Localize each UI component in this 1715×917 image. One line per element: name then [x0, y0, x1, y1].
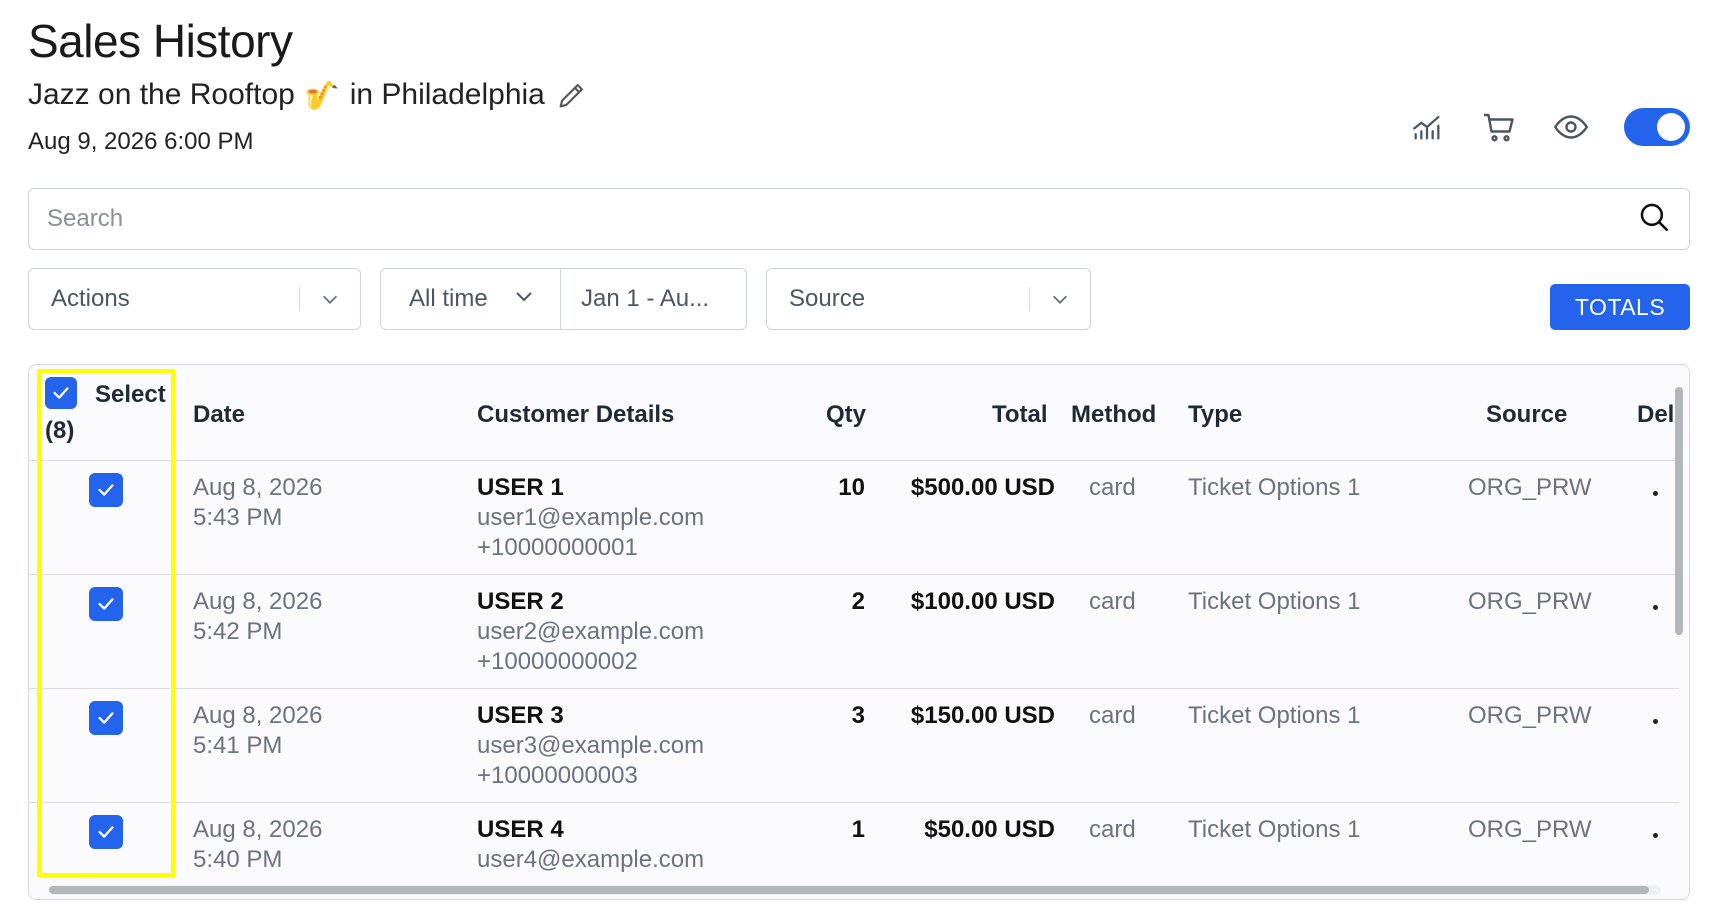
filter-bar: Actions All time Jan 1 - Au... Source: [28, 268, 1091, 330]
event-name: Jazz on the Rooftop: [28, 78, 295, 111]
date-range-picker[interactable]: Jan 1 - Au...: [561, 269, 746, 329]
row-source: ORG_PRW: [1468, 702, 1592, 729]
column-header-del[interactable]: Del: [1637, 401, 1674, 429]
toolbar: [1408, 108, 1690, 146]
column-header-qty[interactable]: Qty: [826, 401, 866, 429]
column-header-method[interactable]: Method: [1071, 401, 1156, 429]
row-del-dot: [1653, 833, 1658, 838]
row-qty: 3: [851, 702, 865, 729]
search-input[interactable]: [47, 205, 1637, 233]
actions-dropdown[interactable]: Actions: [28, 268, 361, 330]
row-checkbox[interactable]: [89, 815, 123, 849]
row-date: Aug 8, 2026: [193, 816, 323, 843]
row-date: Aug 8, 2026: [193, 474, 323, 501]
horizontal-scroll-thumb[interactable]: [49, 886, 1649, 894]
event-subtitle: Jazz on the Rooftop 🎷 in Philadelphia: [28, 78, 589, 112]
saxophone-icon: 🎷: [304, 79, 340, 111]
pencil-icon[interactable]: [555, 78, 589, 112]
cart-icon[interactable]: [1480, 108, 1518, 146]
row-qty: 1: [851, 816, 865, 843]
totals-button[interactable]: TOTALS: [1550, 284, 1690, 330]
vertical-scrollbar[interactable]: [1675, 373, 1683, 893]
customer-phone: +10000000002: [477, 648, 638, 675]
date-filter: All time Jan 1 - Au...: [380, 268, 747, 330]
row-method: card: [1089, 474, 1136, 501]
customer-phone: +10000000003: [477, 762, 638, 789]
date-range-label: Jan 1 - Au...: [581, 285, 710, 312]
vertical-scroll-thumb[interactable]: [1675, 387, 1683, 635]
select-all-checkbox[interactable]: [45, 377, 77, 409]
customer-name: USER 3: [477, 702, 564, 729]
eye-icon[interactable]: [1552, 108, 1590, 146]
row-type: Ticket Options 1: [1188, 588, 1361, 615]
row-time: 5:43 PM: [193, 504, 283, 531]
select-header: Select: [95, 381, 166, 408]
table-header: Select (8) Date Customer Details Qty Tot…: [29, 365, 1679, 461]
row-del-dot: [1653, 605, 1658, 610]
row-source: ORG_PRW: [1468, 474, 1592, 501]
column-header-customer[interactable]: Customer Details: [477, 401, 674, 429]
row-del-dot: [1653, 719, 1658, 724]
row-source: ORG_PRW: [1468, 816, 1592, 843]
customer-name: USER 4: [477, 816, 564, 843]
customer-phone: +10000000001: [477, 534, 638, 561]
row-qty: 2: [851, 588, 865, 615]
chevron-down-icon: [512, 284, 536, 315]
customer-email: user4@example.com: [477, 846, 705, 873]
horizontal-scrollbar[interactable]: [49, 885, 1661, 895]
search-icon[interactable]: [1637, 200, 1671, 239]
select-count: (8): [45, 417, 75, 444]
chevron-down-icon: [300, 288, 360, 310]
row-checkbox[interactable]: [89, 473, 123, 507]
row-del-dot: [1653, 491, 1658, 496]
row-checkbox[interactable]: [89, 701, 123, 735]
row-total: $500.00 USD: [910, 474, 1055, 501]
time-range-label: All time: [409, 285, 488, 312]
table-row[interactable]: Aug 8, 2026 5:41 PM USER 3 user3@example…: [29, 689, 1679, 803]
row-checkbox[interactable]: [89, 587, 123, 621]
row-time: 5:42 PM: [193, 618, 283, 645]
customer-name: USER 2: [477, 588, 564, 615]
row-total: $50.00 USD: [924, 816, 1055, 843]
event-datetime: Aug 9, 2026 6:00 PM: [28, 128, 254, 155]
chevron-down-icon: [1030, 288, 1090, 310]
row-qty: 10: [838, 474, 865, 501]
customer-email: user3@example.com: [477, 732, 705, 759]
row-total: $150.00 USD: [910, 702, 1055, 729]
actions-dropdown-label: Actions: [51, 285, 130, 312]
row-date: Aug 8, 2026: [193, 702, 323, 729]
source-dropdown-label: Source: [789, 285, 866, 312]
time-range-dropdown[interactable]: All time: [381, 269, 561, 329]
sales-table: Select (8) Date Customer Details Qty Tot…: [28, 364, 1690, 900]
column-header-source[interactable]: Source: [1486, 401, 1567, 429]
search-bar: [28, 188, 1690, 250]
customer-name: USER 1: [477, 474, 564, 501]
row-time: 5:41 PM: [193, 732, 283, 759]
toggle-switch[interactable]: [1624, 108, 1690, 146]
row-type: Ticket Options 1: [1188, 702, 1361, 729]
chart-icon[interactable]: [1408, 108, 1446, 146]
event-location: in Philadelphia: [349, 78, 545, 111]
source-dropdown[interactable]: Source: [766, 268, 1091, 330]
row-method: card: [1089, 588, 1136, 615]
column-header-date[interactable]: Date: [193, 401, 245, 429]
row-total: $100.00 USD: [910, 588, 1055, 615]
row-type: Ticket Options 1: [1188, 816, 1361, 843]
row-date: Aug 8, 2026: [193, 588, 323, 615]
customer-email: user1@example.com: [477, 504, 705, 531]
row-method: card: [1089, 702, 1136, 729]
customer-email: user2@example.com: [477, 618, 705, 645]
row-type: Ticket Options 1: [1188, 474, 1361, 501]
row-method: card: [1089, 816, 1136, 843]
table-row[interactable]: Aug 8, 2026 5:42 PM USER 2 user2@example…: [29, 575, 1679, 689]
column-header-type[interactable]: Type: [1188, 401, 1242, 429]
toggle-knob: [1657, 113, 1685, 141]
table-row[interactable]: Aug 8, 2026 5:43 PM USER 1 user1@example…: [29, 461, 1679, 575]
column-header-total[interactable]: Total: [992, 401, 1048, 429]
row-time: 5:40 PM: [193, 846, 283, 873]
row-source: ORG_PRW: [1468, 588, 1592, 615]
page-title: Sales History: [28, 15, 293, 67]
